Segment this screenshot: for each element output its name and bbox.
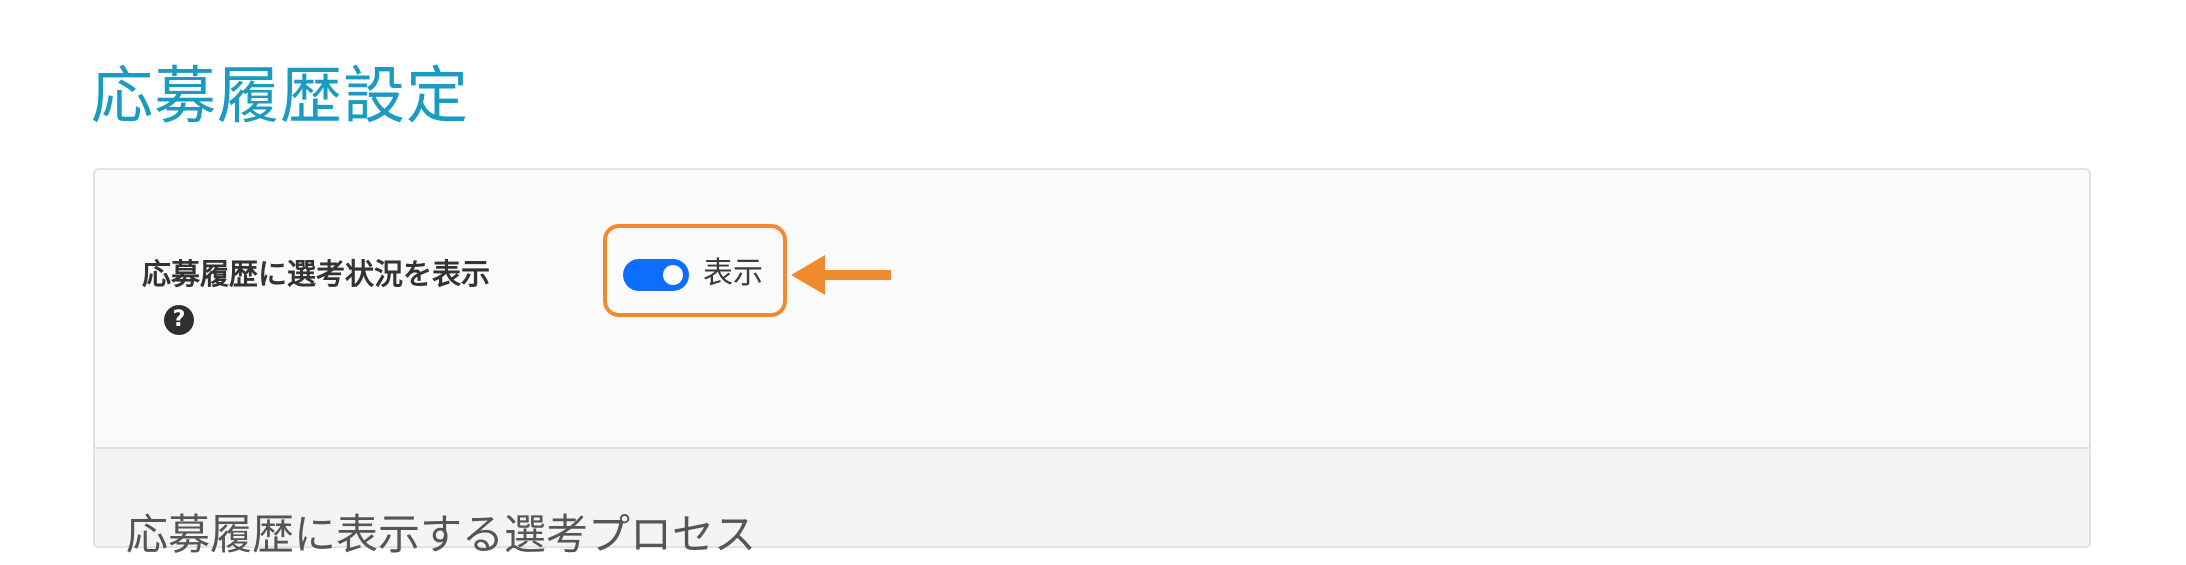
page-title: 応募履歴設定	[91, 59, 470, 132]
show-selection-status-label: 応募履歴に選考状況を表示	[142, 257, 491, 291]
settings-card	[93, 168, 2091, 548]
show-status-toggle[interactable]	[623, 259, 689, 291]
toggle-knob	[663, 265, 683, 285]
question-circle-icon[interactable]: ?	[164, 305, 194, 335]
arrow-left-icon	[791, 255, 891, 295]
toggle-label: 表示	[703, 256, 763, 291]
process-section-title: 応募履歴に表示する選考プロセス	[126, 509, 757, 559]
